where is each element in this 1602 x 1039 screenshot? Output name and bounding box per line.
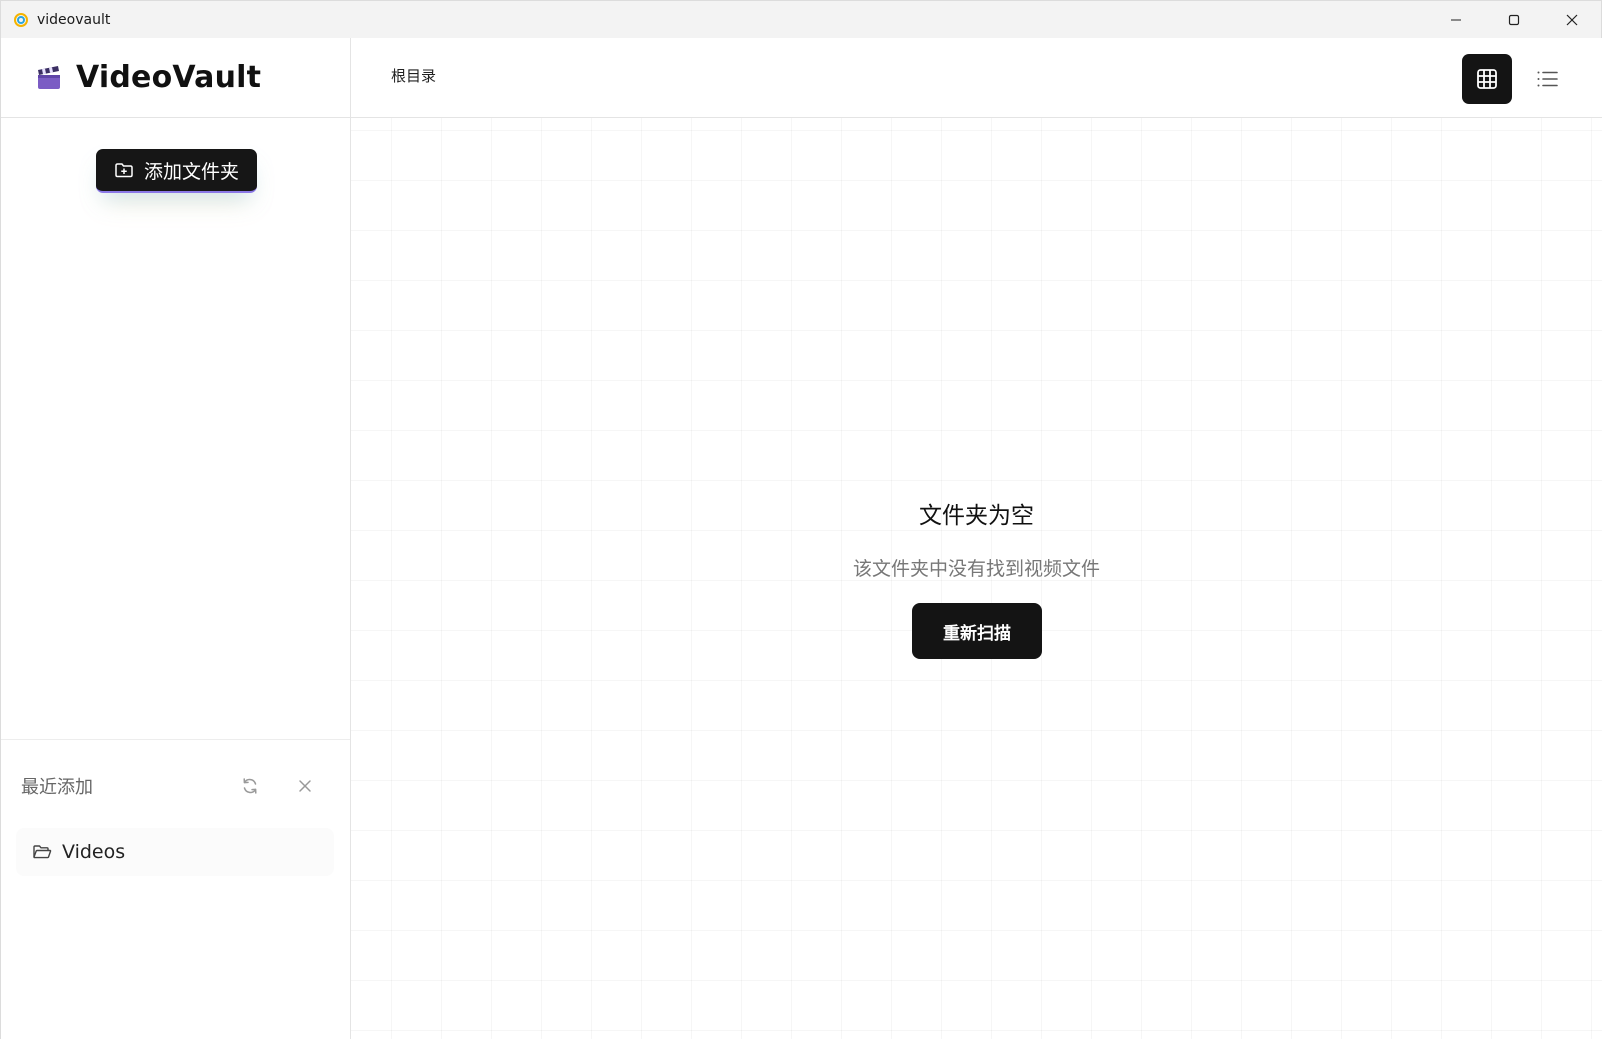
add-folder-label: 添加文件夹 [143, 160, 239, 183]
recent-section-title: 最近添加 [21, 777, 93, 798]
app-logo-icon [14, 12, 28, 27]
empty-state-description: 该文件夹中没有找到视频文件 [852, 558, 1100, 580]
app-brand-name: VideoVault [76, 60, 262, 95]
empty-state-title: 文件夹为空 [919, 503, 1034, 529]
refresh-icon[interactable] [240, 776, 260, 796]
breadcrumb-root[interactable]: 根目录 [391, 65, 436, 86]
title-bar: videovault [1, 1, 1601, 38]
list-icon [1537, 71, 1558, 87]
clear-recent-close-icon[interactable] [295, 776, 315, 796]
sidebar: VideoVault 添加文件夹 最近添加 Videos [1, 38, 351, 1039]
maximize-icon [1508, 14, 1520, 25]
grid-view-button[interactable] [1462, 54, 1512, 104]
close-icon [1566, 14, 1578, 25]
folder-plus-icon [115, 163, 133, 178]
window-title: videovault [37, 11, 111, 28]
divider [1, 739, 350, 740]
minimize-icon [1451, 19, 1461, 20]
rescan-button[interactable]: 重新扫描 [912, 603, 1042, 659]
minimize-button[interactable] [1427, 1, 1485, 38]
close-button[interactable] [1543, 1, 1601, 38]
window-controls [1427, 1, 1601, 38]
folder-open-icon [33, 845, 52, 859]
recent-folder-item[interactable]: Videos [16, 828, 334, 876]
add-folder-button[interactable]: 添加文件夹 [96, 149, 257, 193]
top-bar: 根目录 [351, 38, 1602, 118]
brand-header: VideoVault [1, 38, 350, 118]
clapperboard-icon [38, 65, 60, 89]
recent-folder-label: Videos [62, 841, 126, 863]
main-content: 根目录 文件夹为空 该文件夹中没有找到视频文件 重新扫描 [351, 38, 1602, 1039]
empty-state: 文件夹为空 该文件夹中没有找到视频文件 重新扫描 [351, 38, 1602, 1039]
grid-icon [1477, 69, 1497, 89]
maximize-button[interactable] [1485, 1, 1543, 38]
app-window: videovault VideoVault 添加文件夹 最近添加 Videos … [0, 0, 1602, 1039]
list-view-button[interactable] [1522, 54, 1572, 104]
recent-section-header: 最近添加 [21, 771, 321, 801]
